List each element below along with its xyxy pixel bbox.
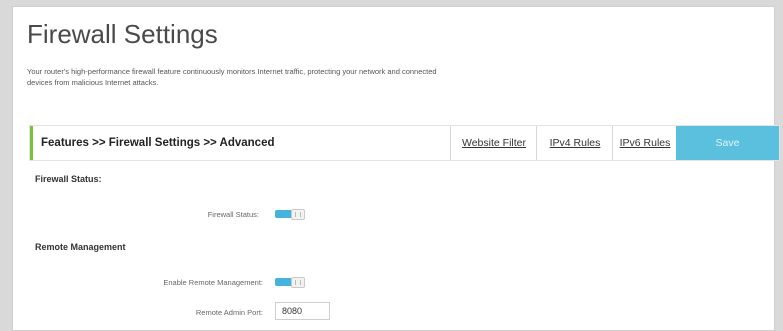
save-button[interactable]: Save: [676, 126, 779, 160]
firewall-settings-panel: Firewall Settings Your router's high-per…: [12, 6, 780, 331]
page-description: Your router's high-performance firewall …: [27, 67, 437, 87]
toggle-on-track: [275, 278, 292, 286]
enable-remote-management-label: Enable Remote Management:: [163, 278, 263, 287]
toggle-knob: [291, 209, 305, 220]
enable-remote-management-toggle[interactable]: [275, 277, 305, 288]
breadcrumb-bar: Features >> Firewall Settings >> Advance…: [29, 125, 780, 161]
remote-admin-port-label: Remote Admin Port:: [195, 308, 263, 317]
firewall-status-toggle[interactable]: [275, 209, 305, 220]
tab-ipv4-rules[interactable]: IPv4 Rules: [536, 126, 613, 160]
firewall-status-heading: Firewall Status:: [35, 174, 102, 184]
remote-admin-port-input[interactable]: 8080: [275, 302, 330, 320]
firewall-status-label: Firewall Status:: [207, 210, 259, 219]
toggle-on-track: [275, 210, 292, 218]
toggle-knob: [291, 277, 305, 288]
tab-ipv6-rules[interactable]: IPv6 Rules: [612, 126, 677, 160]
remote-management-heading: Remote Management: [35, 242, 126, 252]
tab-website-filter[interactable]: Website Filter: [450, 126, 537, 160]
breadcrumb: Features >> Firewall Settings >> Advance…: [41, 137, 275, 149]
page-title: Firewall Settings: [27, 19, 218, 49]
breadcrumb-accent-bar: [30, 126, 33, 160]
